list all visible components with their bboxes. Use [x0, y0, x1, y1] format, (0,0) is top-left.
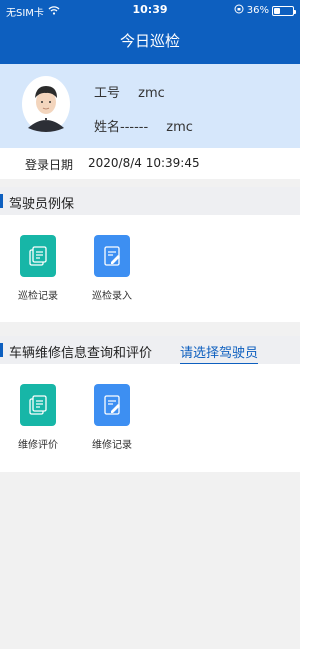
- repair-records-button[interactable]: 维修记录: [82, 384, 142, 451]
- vehicle-section-title: 车辆维修信息查询和评价: [9, 346, 153, 361]
- repair-evaluation-label: 维修评价: [18, 440, 58, 451]
- avatar: [22, 76, 70, 132]
- driver-section-title: 驾驶员例保: [9, 197, 75, 212]
- vehicle-section-header: 车辆维修信息查询和评价 请选择驾驶员: [0, 336, 300, 364]
- employee-name-value: zmc: [166, 120, 193, 135]
- battery-level: [274, 7, 281, 14]
- records-icon: [20, 235, 56, 277]
- repair-evaluation-button[interactable]: 维修评价: [8, 384, 68, 451]
- employee-name-label: 姓名------: [94, 120, 149, 135]
- driver-section-body: 巡检记录 巡检录入: [0, 215, 300, 322]
- section-accent-bar: [0, 343, 3, 357]
- driver-section-header: 驾驶员例保: [0, 187, 300, 215]
- app-header: 无SIM卡 10:39 36% 今日巡检: [0, 0, 300, 64]
- login-date-value: 2020/8/4 10:39:45: [88, 156, 200, 170]
- employee-name-row: 姓名------ zmc: [94, 116, 193, 135]
- login-date-label: 登录日期: [25, 158, 74, 172]
- app-screen: 无SIM卡 10:39 36% 今日巡检 工号 zmc 姓名------ zmc…: [0, 0, 300, 649]
- battery-percent: 36%: [246, 5, 269, 16]
- inspection-entry-button[interactable]: 巡检录入: [82, 235, 142, 302]
- login-date-row: 登录日期 2020/8/4 10:39:45: [0, 148, 300, 179]
- inspection-records-label: 巡检记录: [18, 291, 58, 302]
- vehicle-section-body: 维修评价 维修记录: [0, 364, 300, 472]
- employee-id-row: 工号 zmc: [94, 82, 165, 101]
- edit-document-icon: [94, 235, 130, 277]
- select-driver-link[interactable]: 请选择驾驶员: [179, 342, 258, 364]
- status-right: 36%: [234, 4, 296, 17]
- inspection-entry-label: 巡检录入: [92, 291, 132, 302]
- repair-records-label: 维修记录: [92, 440, 132, 451]
- edit-document-icon: [94, 384, 130, 426]
- orientation-lock-icon: [234, 4, 244, 17]
- section-accent-bar: [0, 194, 3, 208]
- battery-icon: [272, 5, 296, 16]
- inspection-records-button[interactable]: 巡检记录: [8, 235, 68, 302]
- employee-id-value: zmc: [138, 86, 165, 101]
- status-bar: 无SIM卡 10:39 36%: [0, 3, 300, 19]
- records-icon: [20, 384, 56, 426]
- profile-card: 工号 zmc 姓名------ zmc: [0, 64, 300, 148]
- employee-id-label: 工号: [94, 86, 121, 101]
- empty-area: [0, 472, 300, 649]
- page-title: 今日巡检: [119, 32, 180, 50]
